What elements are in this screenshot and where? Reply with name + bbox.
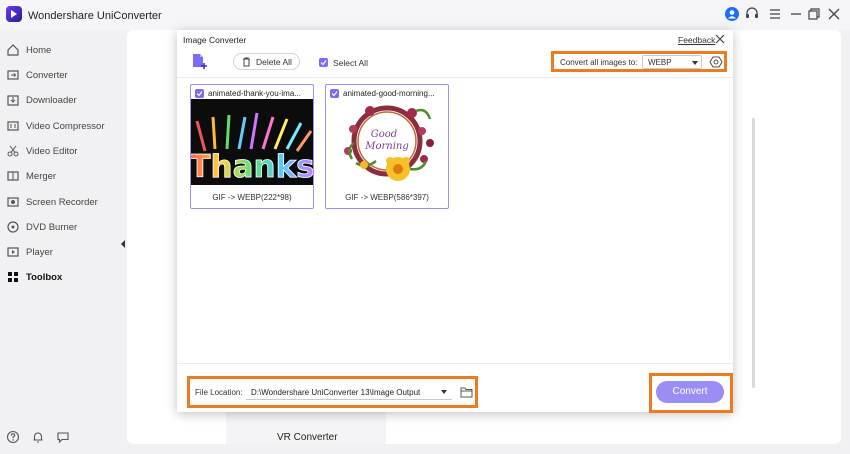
collapse-sidebar-icon[interactable] <box>119 236 127 252</box>
divider <box>177 363 733 364</box>
file-name: animated-good-morning... <box>343 89 435 98</box>
sidebar-item-label: Downloader <box>26 95 77 106</box>
sidebar-item-toolbox[interactable]: Toolbox <box>0 265 120 290</box>
merge-icon <box>6 169 20 183</box>
feedback-chat-icon[interactable] <box>56 430 70 444</box>
disc-icon <box>6 220 20 234</box>
file-location-label: File Location: <box>195 388 243 397</box>
sidebar-item-home[interactable]: Home <box>0 38 120 63</box>
sidebar-item-label: Merger <box>26 171 57 182</box>
folder-icon[interactable] <box>460 387 473 398</box>
format-value: WEBP <box>648 58 672 67</box>
convert-all-label: Convert all images to: <box>560 58 638 67</box>
sidebar-item-label: Video Compressor <box>26 121 105 132</box>
divider <box>177 77 733 78</box>
scissors-icon <box>6 144 20 158</box>
converter-icon <box>6 68 20 82</box>
minimize-icon[interactable] <box>788 6 804 22</box>
user-avatar-icon[interactable] <box>725 7 739 21</box>
convert-button[interactable]: Convert <box>656 381 724 403</box>
delete-all-label: Delete All <box>256 57 292 67</box>
home-icon <box>6 43 20 57</box>
bell-icon[interactable] <box>31 430 45 444</box>
sidebar-item-merger[interactable]: Merger <box>0 164 120 189</box>
conversion-info: GIF -> WEBP(586*397) <box>345 193 429 202</box>
sidebar-item-label: Toolbox <box>26 272 63 283</box>
sidebar-item-label: Home <box>26 45 52 56</box>
feedback-link[interactable]: Feedback <box>678 35 715 45</box>
sidebar-item-video-editor[interactable]: Video Editor <box>0 139 120 164</box>
headset-icon[interactable] <box>744 6 760 22</box>
good-morning-thumbnail: Good Morning <box>326 99 448 185</box>
file-name: animated-thank-you-ima... <box>208 89 301 98</box>
sidebar: Home Converter Downloader Video Compress… <box>0 30 120 454</box>
dialog-title: Image Converter <box>183 35 247 45</box>
sidebar-item-label: Player <box>26 247 53 258</box>
help-icon[interactable] <box>6 430 20 444</box>
close-icon[interactable] <box>715 34 725 44</box>
convert-all-group: Convert all images to: WEBP <box>551 51 727 72</box>
settings-icon[interactable] <box>709 55 723 69</box>
chevron-down-icon <box>441 390 447 394</box>
select-all-checkbox[interactable] <box>319 58 328 67</box>
menu-icon[interactable] <box>767 6 783 22</box>
downloader-icon <box>6 93 20 107</box>
sidebar-item-dvd-burner[interactable]: DVD Burner <box>0 215 120 240</box>
add-file-icon[interactable] <box>191 53 207 71</box>
thanks-text: Thanks <box>191 149 313 185</box>
file-location-value: D:\Wondershare UniConverter 13\Image Out… <box>251 388 421 397</box>
sidebar-item-label: DVD Burner <box>26 222 78 233</box>
image-file-card[interactable]: animated-thank-you-ima... Thanks GIF -> … <box>190 84 314 209</box>
chevron-down-icon <box>692 61 698 65</box>
record-icon <box>6 195 20 209</box>
compress-icon <box>6 119 20 133</box>
good-text: Good <box>371 129 397 140</box>
panel-scrollbar[interactable] <box>752 118 755 388</box>
title-bar: Wondershare UniConverter <box>0 0 850 30</box>
sidebar-item-player[interactable]: Player <box>0 240 120 265</box>
thanks-thumbnail: Thanks <box>191 99 313 185</box>
morning-text: Morning <box>364 141 409 152</box>
file-location-select[interactable]: D:\Wondershare UniConverter 13\Image Out… <box>246 384 452 400</box>
restore-icon[interactable] <box>806 6 822 22</box>
app-logo-icon <box>6 6 22 22</box>
sidebar-item-downloader[interactable]: Downloader <box>0 88 120 113</box>
sidebar-item-video-compressor[interactable]: Video Compressor <box>0 114 120 139</box>
file-checkbox[interactable] <box>330 89 339 98</box>
sidebar-item-screen-recorder[interactable]: Screen Recorder <box>0 190 120 215</box>
grid-icon <box>6 270 20 284</box>
format-select[interactable]: WEBP <box>642 55 702 69</box>
vr-converter-label: VR Converter <box>277 432 338 443</box>
conversion-info: GIF -> WEBP(222*98) <box>212 193 292 202</box>
close-window-icon[interactable] <box>826 6 842 22</box>
convert-button-group: Convert <box>649 373 733 413</box>
image-file-card[interactable]: animated-good-morning... Good Morning GI… <box>325 84 449 209</box>
file-checkbox[interactable] <box>195 89 204 98</box>
delete-all-button[interactable]: Delete All <box>233 53 300 70</box>
sidebar-item-label: Screen Recorder <box>26 197 98 208</box>
image-converter-dialog: Image Converter Feedback Delete All Sele… <box>177 30 733 413</box>
sidebar-item-label: Converter <box>26 70 68 81</box>
file-location-group: File Location: D:\Wondershare UniConvert… <box>187 376 478 408</box>
sidebar-item-converter[interactable]: Converter <box>0 63 120 88</box>
sidebar-item-label: Video Editor <box>26 146 78 157</box>
app-title: Wondershare UniConverter <box>28 10 162 22</box>
trash-icon <box>242 57 251 67</box>
select-all-label: Select All <box>333 58 368 68</box>
play-icon <box>6 245 20 259</box>
